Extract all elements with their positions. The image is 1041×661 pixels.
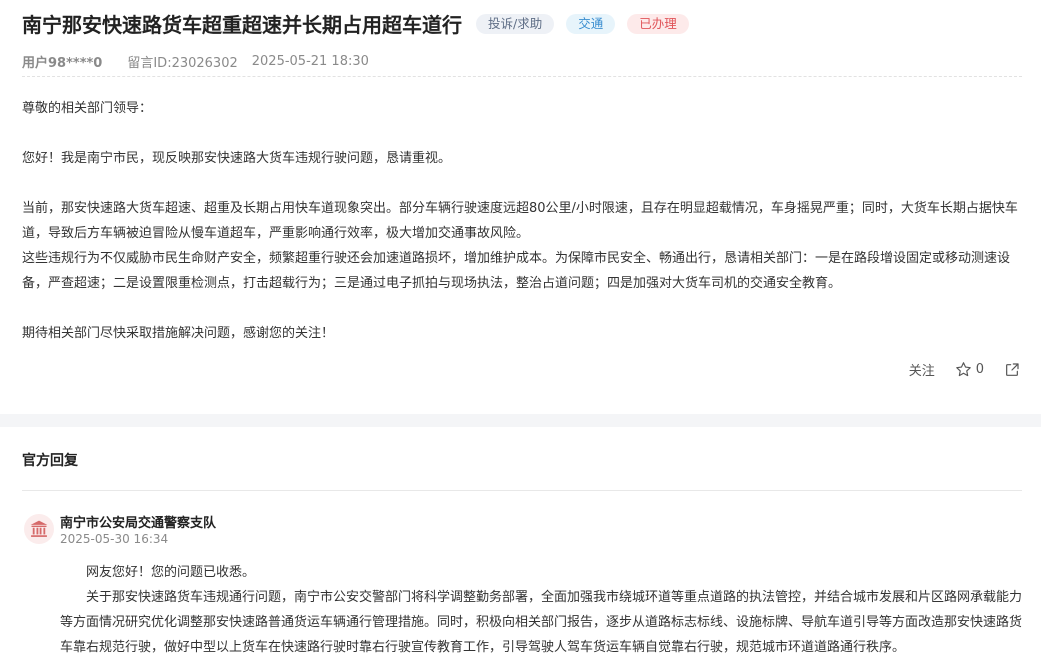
post-actions: 关注 0 [909,360,1020,379]
org-avatar [24,514,54,544]
section-separator [0,414,1041,427]
tag-type: 投诉/求助 [476,13,555,34]
post-datetime: 2025-05-21 18:30 [251,54,369,69]
reply-content: 关于那安快速路货车违规通行问题，南宁市公安交警部门将科学调整勤务部署，全面加强我… [60,590,1023,655]
author-name: 用户98****0 [22,56,103,71]
reply-body: 网友您好！您的问题已收悉。 关于那安快速路货车违规通行问题，南宁市公安交警部门将… [60,560,1022,660]
org-name: 南宁市公安局交通警察支队 [60,516,217,531]
follow-button[interactable]: 关注 [909,360,935,379]
post-meta: 用户98****0 留言ID:23026302 2025-05-21 18:30 [22,52,369,71]
reply-greeting: 网友您好！您的问题已收悉。 [86,565,256,580]
like-count: 0 [975,362,984,377]
page-title: 南宁那安快速路货车超重超速并长期占用超车道行 [22,13,462,37]
body-paragraph-1: 当前，那安快速路大货车超速、超重及长期占用快车道现象突出。部分车辆行驶速度远超8… [22,201,1018,241]
official-reply-heading: 官方回复 [22,453,78,469]
reply-divider [22,490,1022,491]
closing-paragraph: 期待相关部门尽快采取措施解决问题，感谢您的关注！ [22,326,335,341]
tag-category: 交通 [566,13,616,34]
star-outline-icon [955,362,971,377]
title-row: 南宁那安快速路货车超重超速并长期占用超车道行 投诉/求助 交通 已办理 [22,9,689,38]
government-building-icon [30,520,48,537]
reply-datetime: 2025-05-30 16:34 [60,532,169,546]
like-button[interactable]: 0 [955,361,984,378]
meta-divider [22,76,1022,77]
intro-paragraph: 您好！我是南宁市民，现反映那安快速路大货车违规行驶问题，恳请重视。 [22,151,452,166]
salutation: 尊敬的相关部门领导： [22,101,153,116]
message-id: 留言ID:23026302 [127,56,238,71]
page: 南宁那安快速路货车超重超速并长期占用超车道行 投诉/求助 交通 已办理 用户98… [0,0,1041,661]
body-paragraph-2: 这些违规行为不仅威胁市民生命财产安全，频繁超重行驶还会加速道路损坏，增加维护成本… [22,251,1011,291]
share-button[interactable] [1004,362,1020,378]
share-icon [1006,362,1019,376]
post-body: 尊敬的相关部门领导： 您好！我是南宁市民，现反映那安快速路大货车违规行驶问题，恳… [22,96,1022,346]
status-badge: 已办理 [627,13,689,34]
